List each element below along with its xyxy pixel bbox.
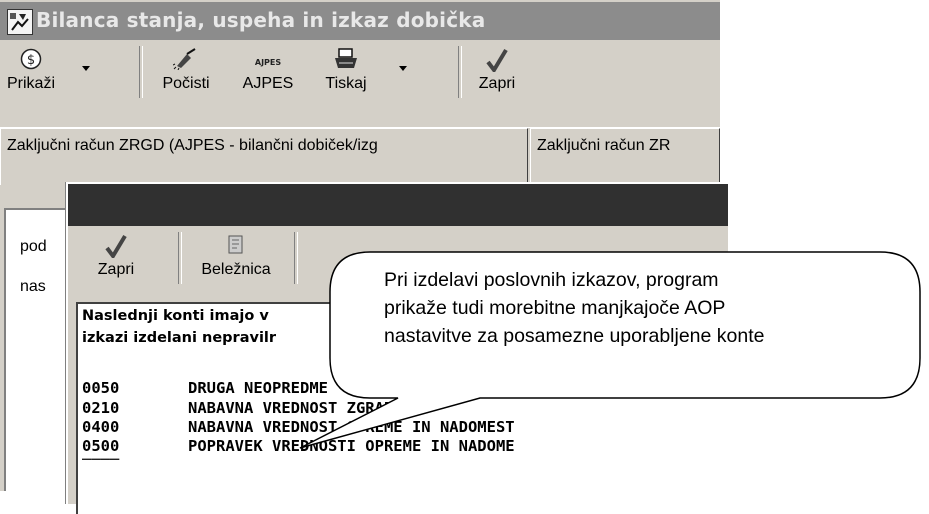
account-code: 0500 <box>82 437 120 455</box>
dialog-title-bar <box>68 184 728 226</box>
print-button-label: Tiskaj <box>325 75 367 92</box>
toolbar-separator <box>178 232 182 284</box>
account-code: 0400 <box>82 418 120 436</box>
app-icon <box>7 9 33 35</box>
checkmark-icon <box>486 48 508 77</box>
notepad-icon <box>226 234 246 261</box>
account-name: NABAVNA VREDNOST OPREME IN NADOMEST <box>188 418 515 436</box>
callout-line: nastavitve za posamezne uporabljene kont… <box>384 325 765 347</box>
toolbar-separator <box>139 46 143 98</box>
ajpes-logo-icon: AJPES <box>255 54 281 72</box>
show-button-label: Prikaži <box>6 75 55 92</box>
title-bar: Bilanca stanja, uspeha in izkaz dobička <box>0 2 720 40</box>
window-title: Bilanca stanja, uspeha in izkaz dobička <box>36 8 486 32</box>
notepad-button[interactable]: Beležnica <box>186 226 286 288</box>
svg-text:$: $ <box>27 53 35 68</box>
callout-line: Pri izdelavi poslovnih izkazov, program <box>384 269 719 291</box>
toolbar-separator <box>458 46 462 98</box>
main-toolbar: $ Prikaži Počisti AJPES AJPES Tiskaj Zap… <box>0 40 720 102</box>
callout-text: Pri izdelavi poslovnih izkazov, program … <box>384 266 924 350</box>
account-row-cut: ‾‾‾‾ <box>82 456 120 474</box>
print-dropdown-arrow[interactable] <box>399 66 407 71</box>
report-header-line: Naslednji konti imajo v <box>82 308 269 324</box>
callout-line: prikaže tudi morebitne manjkajoče AOP <box>384 297 726 319</box>
tab-label: Zaključni račun ZR <box>537 137 671 154</box>
panel-text-line: pod <box>20 238 47 255</box>
account-name: DRUGA NEOPREDME <box>188 379 328 397</box>
dialog-close-label: Zapri <box>97 261 135 278</box>
report-header-line: izkazi izdelani nepravilr <box>82 330 277 346</box>
broom-icon <box>172 48 199 75</box>
print-button[interactable]: Tiskaj <box>310 40 382 102</box>
tab-label: Zaključni račun ZRGD (AJPES - bilančni d… <box>7 137 378 154</box>
show-dropdown-arrow[interactable] <box>82 66 90 71</box>
checkmark-icon <box>105 234 127 263</box>
ajpes-button[interactable]: AJPES AJPES <box>230 40 306 102</box>
close-button[interactable]: Zapri <box>472 40 522 102</box>
account-name: NABAVNA VREDNOST ZGRADB <box>188 399 403 417</box>
tab-strip: Zaključni račun ZRGD (AJPES - bilančni d… <box>0 127 720 165</box>
toolbar-separator <box>294 232 298 284</box>
notepad-button-label: Beležnica <box>201 261 271 278</box>
tab-zr-second[interactable]: Zaključni račun ZR <box>530 128 720 163</box>
panel-text-line: nas <box>20 278 46 295</box>
svg-text:AJPES: AJPES <box>255 58 281 67</box>
dollar-icon: $ <box>20 48 42 75</box>
tab-zrgd-ajpes[interactable]: Zaključni račun ZRGD (AJPES - bilančni d… <box>0 128 528 163</box>
account-name: POPRAVEK VREDNOSTI OPREME IN NADOME <box>188 437 515 455</box>
close-button-label: Zapri <box>478 75 516 92</box>
clear-button-label: Počisti <box>162 75 210 92</box>
account-code: 0210 <box>82 399 120 417</box>
printer-icon <box>333 48 359 75</box>
account-code: 0050 <box>82 379 120 397</box>
dialog-close-button[interactable]: Zapri <box>88 226 144 288</box>
ajpes-button-label: AJPES <box>242 75 294 92</box>
clear-button[interactable]: Počisti <box>148 40 224 102</box>
show-button[interactable]: $ Prikaži <box>0 40 62 102</box>
